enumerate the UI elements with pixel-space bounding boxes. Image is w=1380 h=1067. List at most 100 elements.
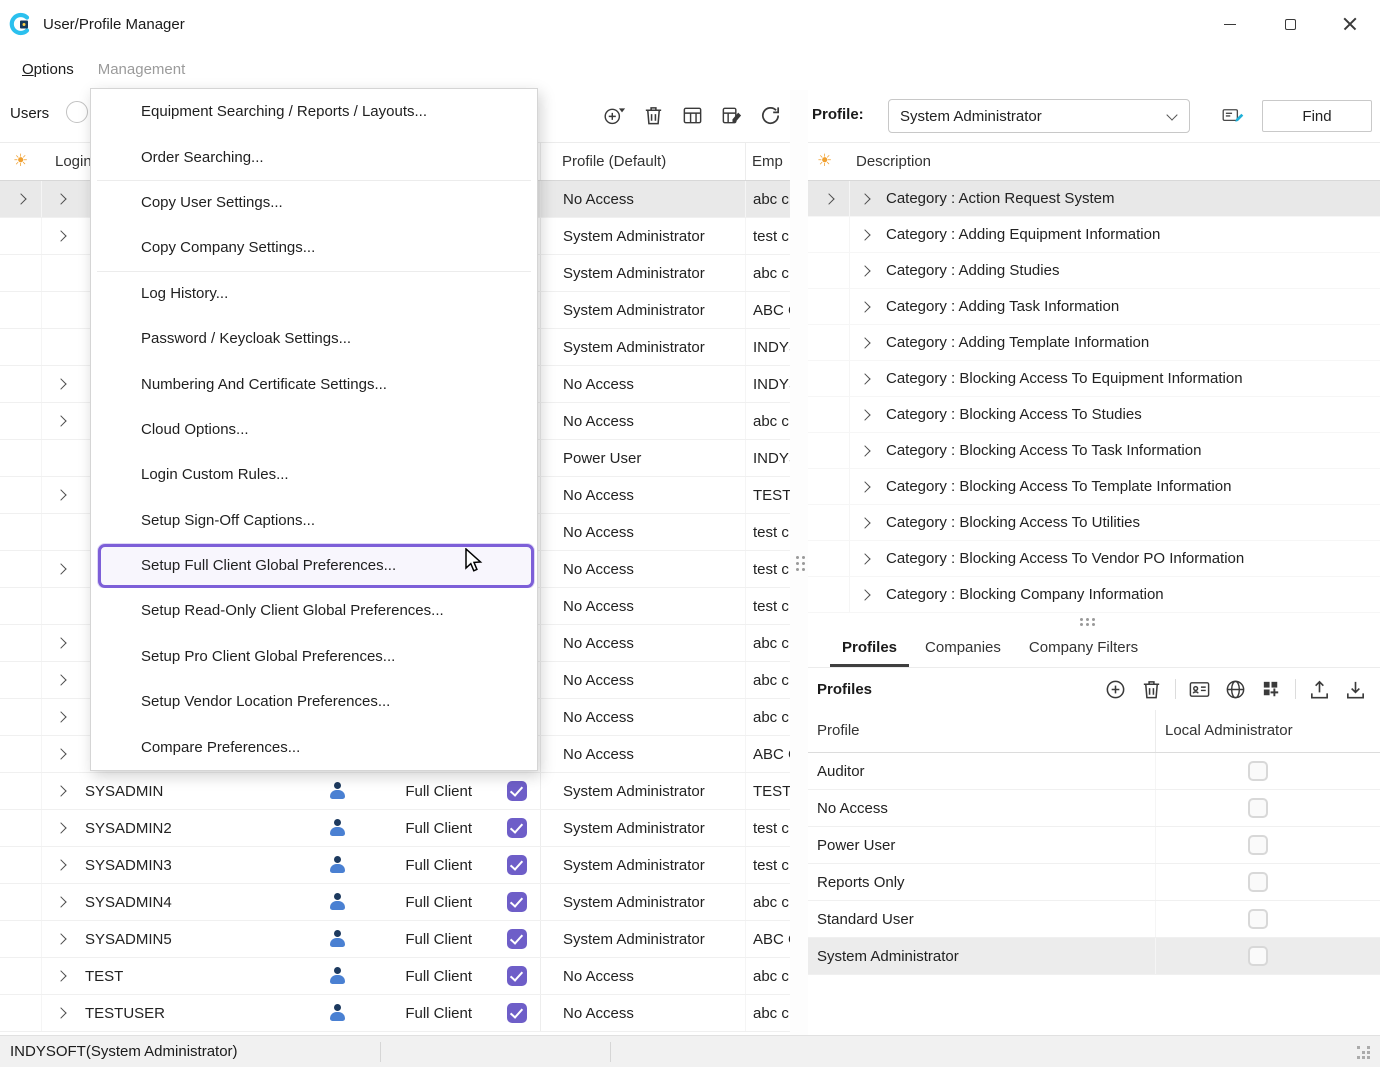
globe-icon[interactable] <box>1223 677 1248 702</box>
expand-row-icon[interactable] <box>55 674 66 685</box>
active-checkbox[interactable] <box>507 929 527 949</box>
contact-card-icon[interactable] <box>1187 677 1212 702</box>
column-profile-default[interactable]: Profile (Default) <box>562 153 666 170</box>
category-row[interactable]: Category : Action Request System <box>808 181 1380 217</box>
add-dropdown-icon[interactable] <box>602 103 627 128</box>
local-admin-checkbox[interactable] <box>1248 835 1268 855</box>
active-checkbox[interactable] <box>507 892 527 912</box>
expand-row-icon[interactable] <box>55 415 66 426</box>
user-row[interactable]: SYSADMIN5 Full Client System Administrat… <box>0 921 790 958</box>
maximize-button[interactable] <box>1260 0 1320 48</box>
profile-row[interactable]: Reports Only <box>808 864 1380 901</box>
category-row[interactable]: Category : Adding Task Information <box>808 289 1380 325</box>
user-row[interactable]: TESTUSER Full Client No Access abc c <box>0 995 790 1032</box>
column-profile[interactable]: Profile <box>817 722 860 739</box>
user-row[interactable]: SYSADMIN3 Full Client System Administrat… <box>0 847 790 884</box>
category-row[interactable]: Category : Blocking Access To Utilities <box>808 505 1380 541</box>
user-row[interactable]: TEST Full Client No Access abc c <box>0 958 790 995</box>
export-icon[interactable] <box>1307 677 1332 702</box>
minimize-button[interactable] <box>1200 0 1260 48</box>
profile-row[interactable]: No Access <box>808 790 1380 827</box>
menu-item[interactable]: Compare Preferences... <box>91 724 537 769</box>
active-checkbox[interactable] <box>507 818 527 838</box>
expand-category-icon[interactable] <box>859 553 870 564</box>
customize-columns-icon[interactable] <box>719 103 744 128</box>
menu-item[interactable]: Cloud Options... <box>91 407 537 452</box>
category-row[interactable]: Category : Blocking Access To Template I… <box>808 469 1380 505</box>
user-row[interactable]: SYSADMIN2 Full Client System Administrat… <box>0 810 790 847</box>
import-icon[interactable] <box>1343 677 1368 702</box>
profile-row[interactable]: Auditor <box>808 753 1380 790</box>
tab-profiles[interactable]: Profiles <box>830 630 909 667</box>
expand-category-icon[interactable] <box>859 301 870 312</box>
menu-item[interactable]: Setup Sign-Off Captions... <box>91 498 537 543</box>
expand-row-icon[interactable] <box>55 859 66 870</box>
filter-toggle[interactable] <box>66 101 88 123</box>
menu-item[interactable]: Copy User Settings... <box>91 180 537 225</box>
menu-item[interactable]: Order Searching... <box>91 134 537 179</box>
delete-profile-icon[interactable] <box>1139 677 1164 702</box>
expand-row-icon[interactable] <box>55 970 66 981</box>
add-profile-icon[interactable] <box>1103 677 1128 702</box>
resize-grip-icon[interactable] <box>1357 1046 1360 1049</box>
local-admin-checkbox[interactable] <box>1248 872 1268 892</box>
splitter-grip-icon[interactable] <box>796 556 799 559</box>
menu-item[interactable]: Setup Read-Only Client Global Preference… <box>91 588 537 633</box>
column-local-administrator[interactable]: Local Administrator <box>1165 722 1293 739</box>
grid-add-icon[interactable] <box>1259 677 1284 702</box>
panel-splitter-grip-icon[interactable] <box>1080 618 1083 621</box>
menu-item[interactable]: Copy Company Settings... <box>91 225 537 270</box>
expand-all-icon[interactable] <box>15 193 26 204</box>
active-checkbox[interactable] <box>507 781 527 801</box>
column-login[interactable]: Login <box>55 153 92 170</box>
close-button[interactable] <box>1320 0 1380 48</box>
profile-row[interactable]: Standard User <box>808 901 1380 938</box>
menu-options[interactable]: Options <box>10 55 86 84</box>
expand-category-icon[interactable] <box>859 409 870 420</box>
expand-category-icon[interactable] <box>859 265 870 276</box>
menu-item[interactable]: Setup Pro Client Global Preferences... <box>91 634 537 679</box>
expand-row-icon[interactable] <box>55 896 66 907</box>
category-row[interactable]: Category : Adding Equipment Information <box>808 217 1380 253</box>
expand-row-icon[interactable] <box>55 489 66 500</box>
expand-category-icon[interactable] <box>859 229 870 240</box>
expand-row-icon[interactable] <box>55 822 66 833</box>
local-admin-checkbox[interactable] <box>1248 946 1268 966</box>
active-checkbox[interactable] <box>507 855 527 875</box>
edit-profile-icon[interactable] <box>1220 103 1245 128</box>
menu-item[interactable]: Setup Vendor Location Preferences... <box>91 679 537 724</box>
active-checkbox[interactable] <box>507 1003 527 1023</box>
expand-row-icon[interactable] <box>55 378 66 389</box>
profile-row[interactable]: Power User <box>808 827 1380 864</box>
menu-management[interactable]: Management <box>86 55 198 84</box>
active-checkbox[interactable] <box>507 966 527 986</box>
category-row[interactable]: Category : Blocking Company Information <box>808 577 1380 613</box>
vertical-splitter[interactable] <box>790 90 808 1035</box>
expand-row-icon[interactable] <box>55 785 66 796</box>
local-admin-checkbox[interactable] <box>1248 761 1268 781</box>
expand-row-icon[interactable] <box>55 230 66 241</box>
find-button[interactable]: Find <box>1262 100 1372 132</box>
menu-item[interactable]: Log History... <box>91 271 537 316</box>
category-row[interactable]: Category : Adding Template Information <box>808 325 1380 361</box>
expand-category-icon[interactable] <box>859 445 870 456</box>
expand-category-icon[interactable] <box>859 373 870 384</box>
expand-all-icon[interactable] <box>823 193 834 204</box>
expand-category-icon[interactable] <box>859 517 870 528</box>
category-row[interactable]: Category : Blocking Access To Equipment … <box>808 361 1380 397</box>
expand-row-icon[interactable] <box>55 711 66 722</box>
delete-icon[interactable] <box>641 103 666 128</box>
user-row[interactable]: SYSADMIN4 Full Client System Administrat… <box>0 884 790 921</box>
tab-company-filters[interactable]: Company Filters <box>1017 630 1150 667</box>
local-admin-checkbox[interactable] <box>1248 798 1268 818</box>
category-row[interactable]: Category : Adding Studies <box>808 253 1380 289</box>
menu-item[interactable]: Password / Keycloak Settings... <box>91 316 537 361</box>
expand-category-icon[interactable] <box>859 337 870 348</box>
column-employee[interactable]: Emp <box>752 153 783 170</box>
expand-category-icon[interactable] <box>859 193 870 204</box>
local-admin-checkbox[interactable] <box>1248 909 1268 929</box>
profile-select[interactable]: System Administrator <box>888 99 1190 133</box>
expand-row-icon[interactable] <box>55 563 66 574</box>
category-row[interactable]: Category : Blocking Access To Studies <box>808 397 1380 433</box>
menu-item[interactable]: Numbering And Certificate Settings... <box>91 361 537 406</box>
